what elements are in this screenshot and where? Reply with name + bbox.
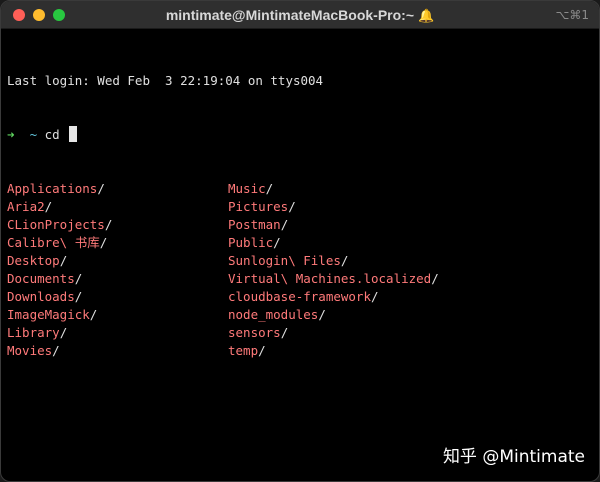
directory-slash: / xyxy=(273,235,281,250)
directory-name: Documents xyxy=(7,271,75,286)
prompt-directory: ~ xyxy=(29,127,38,142)
directory-slash: / xyxy=(59,253,68,268)
command-input[interactable]: cd xyxy=(45,127,60,142)
list-item: Documents/ xyxy=(7,270,112,288)
directory-name: Desktop xyxy=(7,253,60,268)
title-bar[interactable]: mintimate@MintimateMacBook-Pro:~ 🔔 ⌥⌘1 xyxy=(1,1,599,29)
directory-listing: Applications/Aria2/CLionProjects/Calibre… xyxy=(7,180,593,360)
list-item: Virtual\ Machines.localized/ xyxy=(228,270,439,288)
bell-icon: 🔔 xyxy=(418,8,435,23)
list-item: cloudbase-framework/ xyxy=(228,288,439,306)
directory-name: Aria2 xyxy=(7,199,45,214)
directory-name: Virtual\ Machines.localized xyxy=(228,271,432,286)
directory-slash: / xyxy=(59,325,68,340)
list-item: ImageMagick/ xyxy=(7,306,112,324)
list-item: sensors/ xyxy=(228,324,439,342)
directory-name: Sunlogin\ Files xyxy=(228,253,341,268)
list-item: Pictures/ xyxy=(228,198,439,216)
directory-slash: / xyxy=(280,217,289,232)
list-item: Sunlogin\ Files/ xyxy=(228,252,439,270)
list-item: node_modules/ xyxy=(228,306,439,324)
list-item: Downloads/ xyxy=(7,288,112,306)
window-title: mintimate@MintimateMacBook-Pro:~ 🔔 xyxy=(1,1,599,29)
list-item: Desktop/ xyxy=(7,252,112,270)
listing-column-right: Music/Pictures/Postman/Public/Sunlogin\ … xyxy=(228,180,439,360)
tab-shortcut-label: ⌥⌘1 xyxy=(555,8,589,22)
directory-slash: / xyxy=(371,289,379,304)
directory-name: Music xyxy=(228,181,266,196)
prompt-arrow-icon: ➜ xyxy=(7,127,15,142)
directory-name: Downloads xyxy=(7,289,75,304)
list-item: Library/ xyxy=(7,324,112,342)
terminal-output[interactable]: Last login: Wed Feb 3 22:19:04 on ttys00… xyxy=(7,36,593,481)
directory-slash: / xyxy=(340,253,349,268)
directory-slash: / xyxy=(431,271,439,286)
directory-name: CLionProjects xyxy=(7,217,105,232)
prompt-line: ➜ ~ cd xyxy=(7,126,593,144)
directory-slash: / xyxy=(97,181,105,196)
directory-slash: / xyxy=(99,235,108,250)
directory-slash: / xyxy=(265,181,274,196)
list-item: Aria2/ xyxy=(7,198,112,216)
list-item: Applications/ xyxy=(7,180,112,198)
directory-name: sensors xyxy=(228,325,281,340)
directory-name: Calibre\ 书库 xyxy=(7,235,100,250)
directory-name: Public xyxy=(228,235,274,250)
directory-slash: / xyxy=(258,343,266,358)
list-item: Music/ xyxy=(228,180,439,198)
directory-slash: / xyxy=(52,343,60,358)
listing-column-left: Applications/Aria2/CLionProjects/Calibre… xyxy=(7,180,112,360)
directory-name: Library xyxy=(7,325,60,340)
list-item: temp/ xyxy=(228,342,439,360)
directory-slash: / xyxy=(89,307,98,322)
list-item: Postman/ xyxy=(228,216,439,234)
directory-name: temp xyxy=(228,343,259,358)
list-item: Calibre\ 书库/ xyxy=(7,234,112,252)
directory-slash: / xyxy=(288,199,296,214)
list-item: Movies/ xyxy=(7,342,112,360)
directory-slash: / xyxy=(318,307,326,322)
text-cursor xyxy=(69,126,78,142)
last-login-line: Last login: Wed Feb 3 22:19:04 on ttys00… xyxy=(7,73,324,88)
directory-name: Postman xyxy=(228,217,281,232)
directory-name: Applications xyxy=(7,181,98,196)
directory-slash: / xyxy=(44,199,53,214)
directory-slash: / xyxy=(74,271,83,286)
directory-name: cloudbase-framework xyxy=(228,289,371,304)
list-item: CLionProjects/ xyxy=(7,216,112,234)
terminal-window: mintimate@MintimateMacBook-Pro:~ 🔔 ⌥⌘1 La… xyxy=(0,0,600,482)
directory-name: ImageMagick xyxy=(7,307,90,322)
directory-slash: / xyxy=(74,289,83,304)
window-title-text: mintimate@MintimateMacBook-Pro:~ xyxy=(165,7,414,23)
directory-slash: / xyxy=(104,217,113,232)
directory-name: Movies xyxy=(7,343,53,358)
directory-name: Pictures xyxy=(228,199,289,214)
watermark: 知乎 @Mintimate xyxy=(442,447,585,467)
directory-slash: / xyxy=(280,325,289,340)
directory-name: node_modules xyxy=(228,307,319,322)
list-item: Public/ xyxy=(228,234,439,252)
